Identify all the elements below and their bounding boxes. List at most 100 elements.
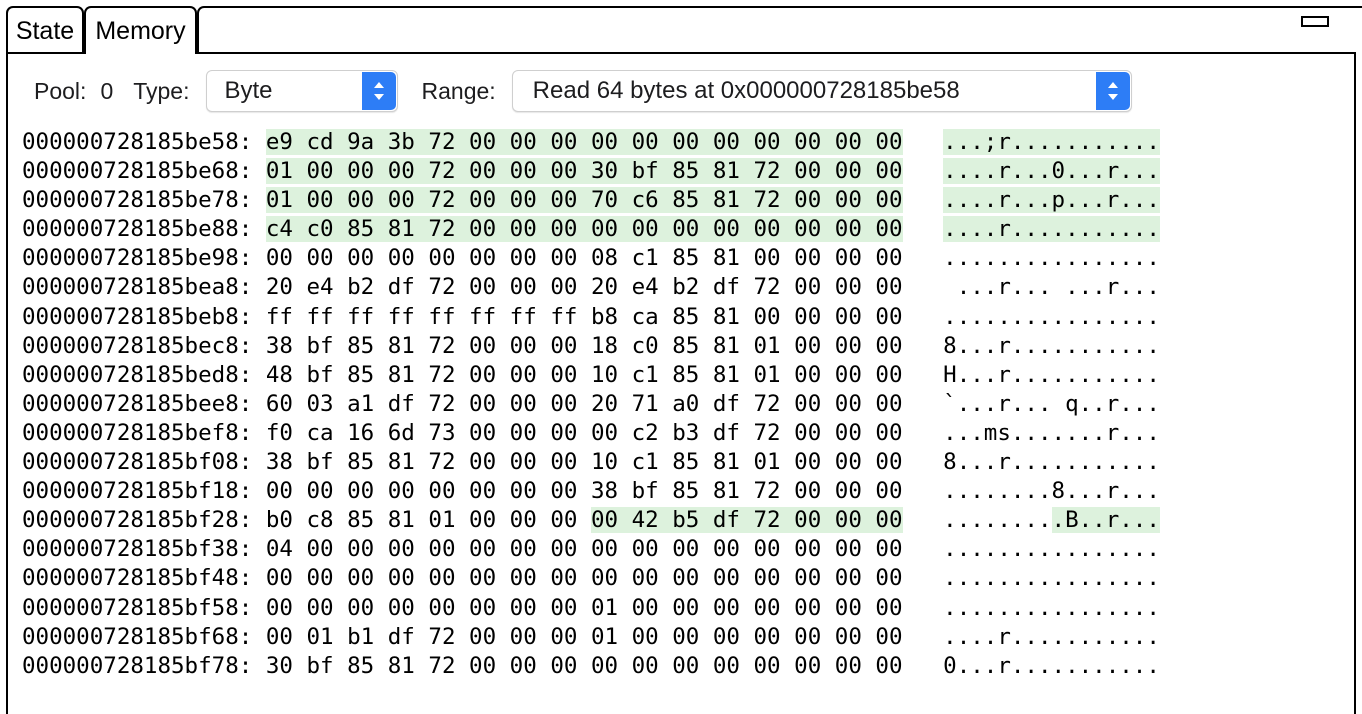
hex-ascii-gap [903, 595, 944, 621]
tab-bar-filler [197, 6, 1362, 54]
hex-bytes-highlighted: 01 00 00 00 72 00 00 00 30 bf 85 81 72 0… [265, 158, 903, 185]
hex-ascii-gap [903, 362, 944, 388]
hex-ascii-gap [903, 333, 944, 359]
hex-row-address: 000000728185be58: [22, 129, 266, 155]
hex-bytes: 00 01 b1 df 72 00 00 00 01 00 00 00 00 0… [265, 623, 903, 650]
hex-dump-row[interactable]: 000000728185bed8: 48 bf 85 81 72 00 00 0… [22, 361, 1354, 390]
hex-bytes-highlighted: e9 cd 9a 3b 72 00 00 00 00 00 00 00 00 0… [265, 129, 903, 155]
ascii-text: ........8...r... [943, 478, 1160, 505]
hex-dump-row[interactable]: 000000728185bf38: 04 00 00 00 00 00 00 0… [22, 535, 1354, 564]
tab-state-label: State [15, 16, 75, 45]
hex-row-address: 000000728185bea8: [22, 274, 266, 301]
hex-ascii-gap [903, 565, 944, 591]
hex-dump-row[interactable]: 000000728185bef8: f0 ca 16 6d 73 00 00 0… [22, 419, 1354, 448]
hex-bytes: 38 bf 85 81 72 00 00 00 18 c0 85 81 01 0… [265, 332, 903, 359]
ascii-text: 8...r........... [943, 449, 1160, 476]
hex-dump-row[interactable]: 000000728185beb8: ff ff ff ff ff ff ff f… [22, 303, 1354, 332]
chevron-up-down-icon [361, 72, 396, 110]
ascii-highlighted: ....r...p...r... [943, 187, 1160, 214]
hex-row-address: 000000728185bf28: [22, 507, 266, 534]
hex-dump-row[interactable]: 000000728185be88: c4 c0 85 81 72 00 00 0… [22, 215, 1354, 244]
hex-dump-row[interactable]: 000000728185bea8: 20 e4 b2 df 72 00 00 0… [22, 273, 1354, 302]
hex-row-address: 000000728185be68: [22, 158, 266, 185]
hex-row-address: 000000728185bf58: [22, 594, 266, 621]
hex-dump[interactable]: 000000728185be58: e9 cd 9a 3b 72 00 00 0… [8, 128, 1354, 714]
tab-bar: State Memory [0, 0, 1362, 57]
tab-state[interactable]: State [6, 6, 84, 54]
hex-dump-row[interactable]: 000000728185bf48: 00 00 00 00 00 00 00 0… [22, 564, 1354, 593]
type-label: Type: [133, 77, 190, 104]
hex-dump-row[interactable]: 000000728185be98: 00 00 00 00 00 00 00 0… [22, 244, 1354, 273]
hex-row-address: 000000728185bef8: [22, 419, 266, 446]
hex-row-address: 000000728185bec8: [22, 332, 266, 359]
hex-row-address: 000000728185bf48: [22, 565, 266, 592]
ascii-text: ...ms.......r... [943, 419, 1160, 446]
hex-bytes: 60 03 a1 df 72 00 00 00 20 71 a0 df 72 0… [265, 390, 903, 417]
ascii-text: ................ [943, 245, 1160, 272]
tab-memory[interactable]: Memory [84, 6, 197, 57]
hex-ascii-gap [903, 129, 944, 155]
hex-row-address: 000000728185be88: [22, 216, 266, 243]
hex-row-address: 000000728185bf08: [22, 449, 266, 476]
ascii-text: 0...r........... [943, 652, 1160, 679]
hex-bytes: 38 bf 85 81 72 00 00 00 10 c1 85 81 01 0… [265, 449, 903, 476]
hex-row-address: 000000728185be78: [22, 187, 266, 214]
hex-ascii-gap [903, 624, 944, 650]
ascii-text: H...r........... [943, 361, 1160, 388]
hex-ascii-gap [903, 420, 944, 446]
hex-ascii-gap [903, 274, 944, 300]
hex-dump-row[interactable]: 000000728185bf58: 00 00 00 00 00 00 00 0… [22, 594, 1354, 623]
hex-row-address: 000000728185bf68: [22, 623, 266, 650]
hex-bytes-highlighted: c4 c0 85 81 72 00 00 00 00 00 00 00 00 0… [265, 216, 903, 243]
hex-dump-row[interactable]: 000000728185be58: e9 cd 9a 3b 72 00 00 0… [22, 128, 1354, 157]
hex-bytes: 00 00 00 00 00 00 00 00 38 bf 85 81 72 0… [265, 478, 903, 505]
ascii-text: `...r... q..r... [943, 390, 1160, 417]
minimize-icon[interactable] [1301, 16, 1329, 27]
hex-bytes: 00 00 00 00 00 00 00 00 00 00 00 00 00 0… [265, 565, 903, 592]
hex-ascii-gap [903, 158, 944, 184]
hex-bytes: 20 e4 b2 df 72 00 00 00 20 e4 b2 df 72 0… [265, 274, 903, 301]
hex-dump-row[interactable]: 000000728185bf08: 38 bf 85 81 72 00 00 0… [22, 448, 1354, 477]
hex-dump-row[interactable]: 000000728185be68: 01 00 00 00 72 00 00 0… [22, 157, 1354, 186]
memory-toolbar: Pool: 0 Type: Byte Range: Read 64 bytes … [8, 54, 1354, 128]
hex-ascii-gap [903, 449, 944, 475]
hex-bytes-highlighted: 00 42 b5 df 72 00 00 00 [590, 507, 903, 534]
hex-ascii-gap [903, 187, 944, 213]
type-select[interactable]: Byte [205, 70, 398, 112]
hex-row-address: 000000728185bee8: [22, 390, 266, 417]
ascii-highlighted: ....r...0...r... [943, 158, 1160, 185]
ascii-text: 8...r........... [943, 332, 1160, 359]
tab-memory-label: Memory [95, 16, 186, 45]
hex-bytes: 48 bf 85 81 72 00 00 00 10 c1 85 81 01 0… [265, 361, 903, 388]
hex-bytes: 04 00 00 00 00 00 00 00 00 00 00 00 00 0… [265, 536, 903, 563]
ascii-text: ................ [943, 594, 1160, 621]
range-select[interactable]: Read 64 bytes at 0x000000728185be58 [511, 70, 1132, 112]
hex-dump-row[interactable]: 000000728185bec8: 38 bf 85 81 72 00 00 0… [22, 332, 1354, 361]
hex-ascii-gap [903, 507, 944, 533]
ascii-text: ................ [943, 536, 1160, 563]
hex-bytes-highlighted: 01 00 00 00 72 00 00 00 70 c6 85 81 72 0… [265, 187, 903, 214]
chevron-up-down-icon [1095, 72, 1130, 110]
range-select-value: Read 64 bytes at 0x000000728185be58 [532, 77, 960, 104]
hex-row-address: 000000728185bf18: [22, 478, 266, 505]
hex-dump-row[interactable]: 000000728185be78: 01 00 00 00 72 00 00 0… [22, 186, 1354, 215]
hex-dump-row[interactable]: 000000728185bf78: 30 bf 85 81 72 00 00 0… [22, 652, 1354, 681]
hex-dump-row[interactable]: 000000728185bf18: 00 00 00 00 00 00 00 0… [22, 477, 1354, 506]
hex-row-address: 000000728185bf38: [22, 536, 266, 563]
ascii-text: ...r... ...r... [943, 274, 1160, 301]
hex-dump-row[interactable]: 000000728185bee8: 60 03 a1 df 72 00 00 0… [22, 390, 1354, 419]
hex-ascii-gap [903, 536, 944, 562]
memory-viewer-window: State Memory Pool: 0 Type: Byte Range: R… [0, 0, 1362, 714]
hex-row-address: 000000728185bf78: [22, 652, 266, 679]
hex-ascii-gap [903, 216, 944, 242]
hex-row-address: 000000728185beb8: [22, 303, 266, 330]
hex-dump-row[interactable]: 000000728185bf68: 00 01 b1 df 72 00 00 0… [22, 623, 1354, 652]
ascii-highlighted: .B..r... [1051, 507, 1160, 534]
ascii-text: ....r........... [943, 623, 1160, 650]
hex-ascii-gap [903, 304, 944, 330]
hex-ascii-gap [903, 653, 944, 679]
hex-row-address: 000000728185bed8: [22, 361, 266, 388]
hex-bytes: f0 ca 16 6d 73 00 00 00 00 c2 b3 df 72 0… [265, 419, 903, 446]
hex-ascii-gap [903, 391, 944, 417]
hex-dump-row[interactable]: 000000728185bf28: b0 c8 85 81 01 00 00 0… [22, 506, 1354, 535]
